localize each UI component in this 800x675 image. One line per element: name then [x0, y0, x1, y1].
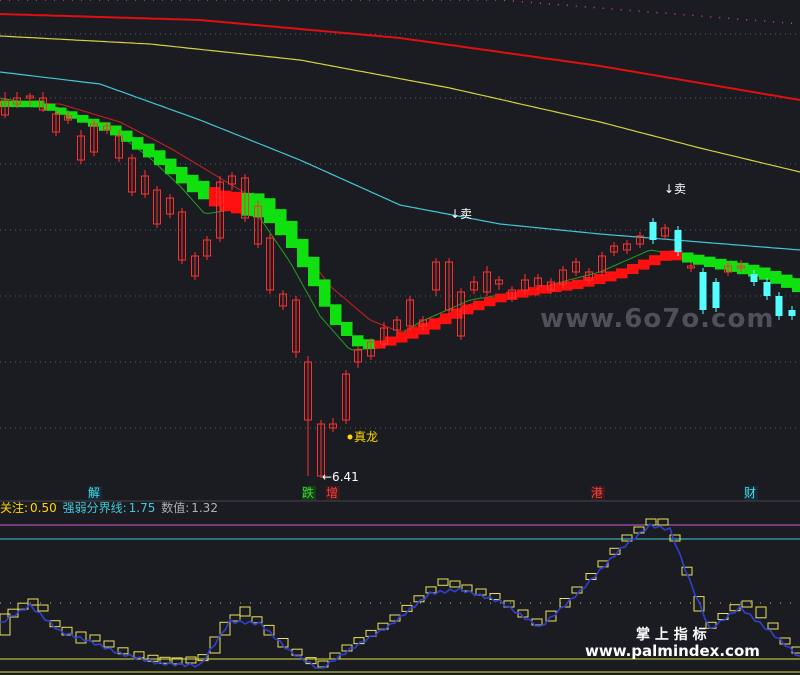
value-value: 1.32 [191, 501, 218, 515]
ribbon-block [308, 256, 320, 287]
ribbon-block [319, 279, 331, 307]
ribbon-block [440, 313, 452, 325]
label-value: 数值: [161, 501, 190, 515]
indicator-info-bar: 关注: 0.50 强弱分界线: 1.75 数值: 1.32 [0, 500, 220, 516]
candle-body[interactable] [649, 222, 657, 240]
sell-marker-1: ↓卖 [450, 207, 472, 221]
ribbon-block [341, 321, 353, 336]
low-price-marker: ←6.41 [322, 470, 359, 484]
ribbon-block [187, 174, 199, 193]
ribbon-block [605, 271, 617, 282]
ribbon-block [638, 259, 650, 270]
buy-marker-dot [347, 434, 353, 440]
label-focus: 关注: [0, 501, 29, 515]
ribbon-block [484, 297, 496, 307]
date-tag-1: 解 [88, 486, 100, 500]
ribbon-block [286, 220, 298, 248]
ribbon-block [363, 339, 375, 349]
value-focus: 0.50 [30, 501, 57, 515]
ribbon-block [594, 274, 606, 285]
ribbon-block [275, 209, 287, 236]
ribbon-block [682, 252, 694, 263]
date-tag-5: 财 [744, 486, 756, 500]
ribbon-block [176, 166, 188, 184]
label-threshold: 强弱分界线: [62, 501, 127, 515]
ribbon-block [165, 158, 177, 175]
stock-chart[interactable]: www.6o7o.com ↓卖 ↓卖 真龙 ←6.41 解 跌 增 港 财 掌 … [0, 0, 800, 675]
ribbon-block [517, 289, 529, 298]
ribbon-block [627, 264, 639, 274]
ribbon-block [220, 190, 232, 212]
ribbon-block [781, 274, 793, 288]
ribbon-block [143, 143, 155, 158]
ribbon-block [132, 137, 144, 150]
ribbon-block [330, 304, 342, 325]
ribbon-block [550, 283, 562, 293]
ribbon-block [396, 332, 408, 343]
ribbon-block [704, 256, 716, 267]
ribbon-block [231, 191, 243, 214]
ribbon-block [407, 327, 419, 339]
ribbon-block [572, 279, 584, 290]
ribbon-block [110, 125, 122, 136]
ribbon-block [209, 187, 221, 207]
ribbon-block [462, 304, 474, 315]
sell-marker-2: ↓卖 [664, 182, 686, 196]
ribbon-block [154, 150, 166, 166]
ribbon-block [352, 335, 364, 347]
ribbon-block [297, 238, 309, 268]
date-tag-3: 增 [326, 486, 338, 500]
candle-body[interactable] [674, 230, 682, 252]
ribbon-block [264, 198, 276, 224]
candle-body[interactable] [788, 310, 796, 316]
ribbon-block [77, 115, 89, 123]
candle-body[interactable] [775, 296, 783, 316]
ribbon-block [770, 271, 782, 284]
ribbon-block [495, 293, 507, 303]
ribbon-block [198, 180, 210, 200]
buy-marker-label: 真龙 [354, 430, 378, 444]
watermark-6o7o: www.6o7o.com [540, 304, 774, 334]
ribbon-block [242, 192, 254, 216]
candle-body[interactable] [763, 282, 771, 296]
ribbon-block [759, 267, 771, 280]
ribbon-block [429, 318, 441, 330]
ribbon-block [649, 255, 661, 266]
ribbon-block [616, 268, 628, 279]
ribbon-block [660, 250, 672, 261]
ribbon-block [792, 278, 800, 293]
date-tag-4: 港 [591, 486, 603, 500]
watermark-title: 掌 上 指 标 [636, 626, 707, 643]
watermark-url: www.palmindex.com [585, 642, 760, 660]
ribbon-block [22, 100, 34, 108]
candle-body[interactable] [750, 274, 758, 282]
ribbon-block [693, 254, 705, 265]
ribbon-block [473, 300, 485, 311]
value-threshold: 1.75 [128, 501, 156, 515]
date-tag-2: 跌 [302, 485, 314, 500]
